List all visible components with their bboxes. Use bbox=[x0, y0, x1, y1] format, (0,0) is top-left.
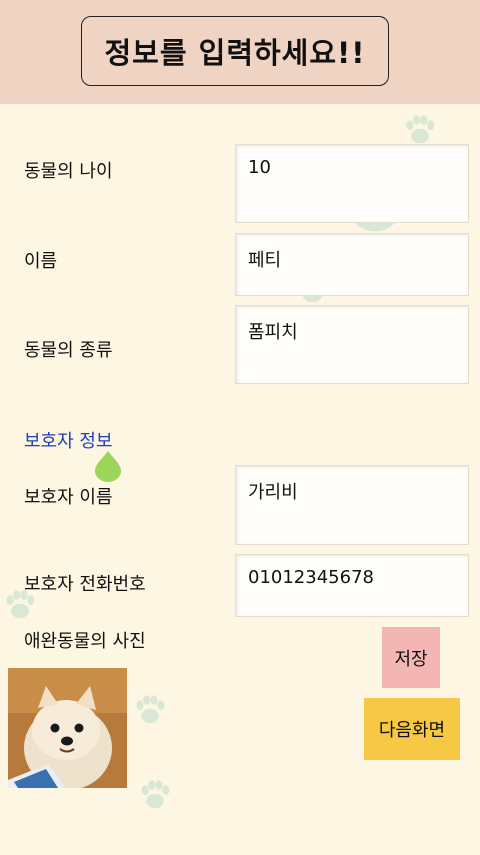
paw-print-decoration bbox=[141, 780, 170, 809]
dog-photo-image bbox=[8, 668, 127, 788]
animal-type-label: 동물의 종류 bbox=[24, 340, 113, 361]
animal-type-input[interactable]: 폼피치 bbox=[235, 305, 469, 384]
pet-photo-label: 애완동물의 사진 bbox=[24, 631, 146, 652]
next-screen-button[interactable]: 다음화면 bbox=[364, 698, 460, 760]
animal-age-label: 동물의 나이 bbox=[24, 161, 113, 182]
guardian-name-input[interactable]: 가리비 bbox=[235, 465, 469, 545]
save-button[interactable]: 저장 bbox=[382, 627, 440, 688]
page-title: 정보를 입력하세요!! bbox=[81, 16, 389, 86]
name-label: 이름 bbox=[24, 251, 58, 272]
guardian-name-label: 보호자 이름 bbox=[24, 487, 113, 508]
paw-print-decoration bbox=[136, 695, 165, 724]
header-bar: 정보를 입력하세요!! bbox=[0, 0, 480, 104]
pet-photo[interactable] bbox=[8, 668, 127, 788]
animal-age-input[interactable]: 10 bbox=[235, 144, 469, 223]
name-input[interactable]: 페티 bbox=[235, 233, 469, 296]
guardian-phone-label: 보호자 전화번호 bbox=[24, 574, 146, 595]
cursor-droplet-icon bbox=[95, 451, 121, 482]
guardian-phone-input[interactable]: 01012345678 bbox=[235, 554, 469, 617]
